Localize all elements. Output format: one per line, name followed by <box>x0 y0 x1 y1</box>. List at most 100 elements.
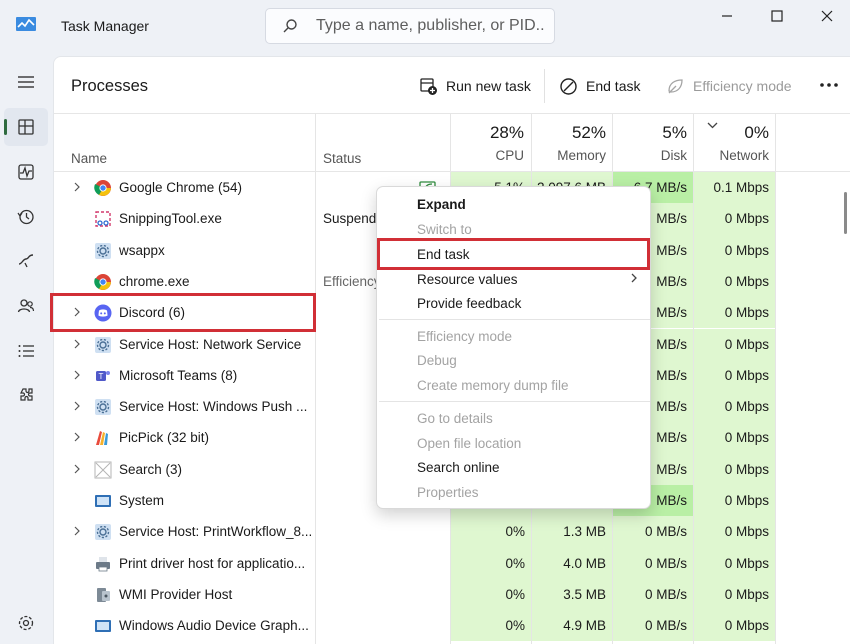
efficiency-mode-label: Efficiency mode <box>693 78 792 94</box>
nav-services[interactable] <box>4 377 48 415</box>
header-top-line <box>54 113 850 114</box>
process-network-value: 0 Mbps <box>694 578 775 611</box>
expand-chevron-right-icon[interactable] <box>72 338 82 350</box>
column-header-status[interactable]: Status <box>323 151 361 166</box>
process-name: Service Host: Network Service <box>119 336 302 352</box>
picpick-icon <box>94 429 112 447</box>
minimize-button[interactable] <box>704 0 750 32</box>
run-new-task-icon <box>420 77 437 95</box>
nav-performance[interactable] <box>4 153 48 191</box>
discord-icon <box>94 304 112 322</box>
menu-separator <box>379 401 650 402</box>
expand-chevron-right-icon[interactable] <box>72 181 82 193</box>
process-name: SnippingTool.exe <box>119 211 222 227</box>
search-input[interactable] <box>316 15 546 37</box>
process-cpu-value: 0% <box>451 578 531 611</box>
active-indicator <box>4 119 7 135</box>
menu-properties[interactable]: Properties <box>417 485 479 500</box>
column-header-cpu[interactable]: 28% CPU <box>451 123 524 163</box>
menu-end-task[interactable]: End task <box>417 247 470 262</box>
process-name: Google Chrome (54) <box>119 180 243 195</box>
expand-chevron-right-icon[interactable] <box>72 431 82 443</box>
process-name: chrome.exe <box>119 273 190 289</box>
process-row[interactable]: Print driver host for applicatio... 0% 4.0… <box>54 547 850 579</box>
end-task-label: End task <box>586 78 641 94</box>
menu-switch-to[interactable]: Switch to <box>417 222 472 237</box>
menu-efficiency-mode[interactable]: Efficiency mode <box>417 329 512 344</box>
hamburger-icon <box>18 76 34 88</box>
process-row[interactable]: Windows Audio Device Graph... 0% 4.9 MB 0 M… <box>54 610 850 642</box>
menu-separator <box>379 319 650 320</box>
task-manager-logo-icon <box>16 17 36 31</box>
performance-icon <box>18 164 34 180</box>
process-name: Print driver host for applicatio... <box>119 555 306 571</box>
process-name: Service Host: PrintWorkflow_8... <box>119 524 313 540</box>
process-row[interactable]: Service Host: PrintWorkflow_8... 0% 1.3 MB… <box>54 516 850 548</box>
menu-provide-feedback[interactable]: Provide feedback <box>417 296 521 311</box>
end-task-button[interactable]: End task <box>559 74 640 98</box>
menu-debug[interactable]: Debug <box>417 353 457 368</box>
expand-chevron-right-icon[interactable] <box>72 525 82 537</box>
process-network-value: 0 Mbps <box>694 485 775 517</box>
process-network-value: 0 Mbps <box>694 328 775 360</box>
search-box[interactable] <box>265 8 555 44</box>
process-row[interactable]: WMI Provider Host 0% 3.5 MB 0 MB/s 0 Mbps <box>54 578 850 611</box>
snipping-tool-icon <box>94 210 112 228</box>
process-status: Efficiency <box>323 273 381 289</box>
expand-chevron-right-icon[interactable] <box>72 306 82 318</box>
process-disk-value: 0 MB/s <box>613 516 693 548</box>
search-icon <box>283 19 297 33</box>
nav-app-history[interactable] <box>4 198 48 236</box>
expand-chevron-right-icon[interactable] <box>72 400 82 412</box>
nav-settings[interactable] <box>4 604 48 642</box>
menu-expand[interactable]: Expand <box>417 197 466 212</box>
column-header-memory[interactable]: 52% Memory <box>532 123 606 163</box>
column-header-name[interactable]: Name <box>71 151 107 166</box>
printer-icon <box>94 555 112 573</box>
process-network-value: 0 Mbps <box>694 610 775 642</box>
process-memory-value: 4.0 MB <box>532 547 612 579</box>
process-name: Service Host: Windows Push ... <box>119 399 308 415</box>
gear-app-icon <box>94 336 112 354</box>
menu-resource-values[interactable]: Resource values <box>417 272 518 287</box>
menu-open-file-location[interactable]: Open file location <box>417 436 521 451</box>
maximize-button[interactable] <box>754 0 800 32</box>
wmi-icon <box>94 586 112 604</box>
menu-search-online[interactable]: Search online <box>417 460 500 475</box>
menu-go-to-details[interactable]: Go to details <box>417 411 493 426</box>
efficiency-leaf-icon <box>668 78 683 93</box>
process-network-value: 0 Mbps <box>694 422 775 454</box>
column-header-network[interactable]: 0% Network <box>694 123 769 163</box>
process-memory-value: 3.5 MB <box>532 578 612 611</box>
process-network-value: 0 Mbps <box>694 359 775 392</box>
hamburger-menu-button[interactable] <box>4 63 48 101</box>
column-header-disk[interactable]: 5% Disk <box>613 123 687 163</box>
run-new-task-button[interactable]: Run new task <box>419 74 531 98</box>
expand-chevron-right-icon[interactable] <box>72 369 82 381</box>
system-icon <box>94 617 112 635</box>
expand-chevron-right-icon[interactable] <box>72 463 82 475</box>
process-network-value: 0 Mbps <box>694 391 775 423</box>
menu-create-dump[interactable]: Create memory dump file <box>417 378 569 393</box>
nav-users[interactable] <box>4 287 48 325</box>
teams-icon: T <box>94 367 112 385</box>
process-memory-value: 1.3 MB <box>532 516 612 548</box>
run-new-task-label: Run new task <box>446 78 531 94</box>
svg-text:T: T <box>99 372 104 381</box>
nav-startup-apps[interactable] <box>4 242 48 280</box>
process-network-value: 0 Mbps <box>694 453 775 485</box>
users-icon <box>17 299 35 313</box>
nav-details[interactable] <box>4 332 48 370</box>
network-label: Network <box>719 148 769 163</box>
cpu-label: CPU <box>495 148 524 163</box>
process-disk-value: 0 MB/s <box>613 547 693 579</box>
more-options-button[interactable] <box>817 74 841 96</box>
process-network-value: 0 Mbps <box>694 516 775 548</box>
close-button[interactable] <box>804 0 850 32</box>
vertical-scrollbar[interactable] <box>844 192 847 234</box>
process-cpu-value: 0% <box>451 516 531 548</box>
nav-processes[interactable] <box>4 108 48 146</box>
efficiency-mode-button[interactable]: Efficiency mode <box>666 74 792 98</box>
context-menu: Expand Switch to End task Resource value… <box>376 186 651 509</box>
process-name: Search (3) <box>119 461 183 477</box>
